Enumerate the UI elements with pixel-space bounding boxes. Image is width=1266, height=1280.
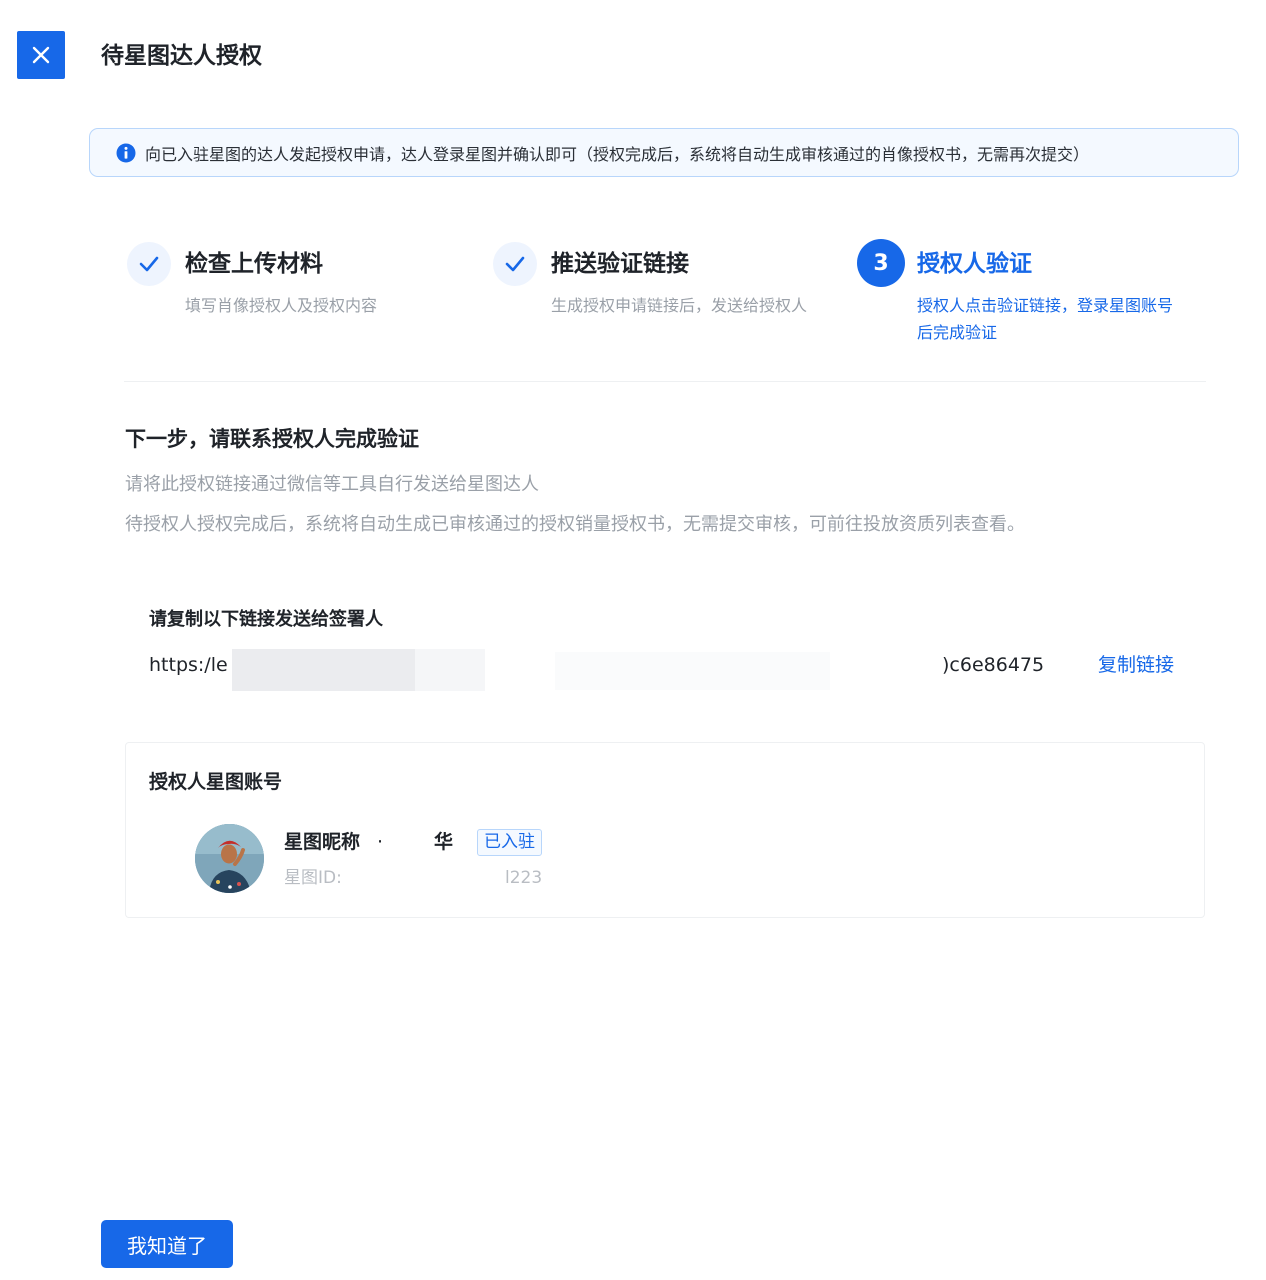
close-icon [32, 46, 50, 64]
step-1-check [127, 242, 171, 286]
step-3-title: 授权人验证 [917, 251, 1032, 277]
check-icon [505, 256, 525, 272]
info-icon [116, 143, 136, 162]
step-3-number: 3 [857, 239, 905, 287]
link-prefix: https:/le [149, 654, 228, 676]
page-title: 待星图达人授权 [101, 43, 262, 69]
link-label: 请复制以下链接发送给签署人 [149, 609, 383, 630]
avatar [195, 824, 264, 893]
step-1-desc: 填写肖像授权人及授权内容 [185, 296, 378, 315]
copy-link-button[interactable]: 复制链接 [1098, 650, 1174, 680]
next-step-title: 下一步，请联系授权人完成验证 [125, 427, 419, 451]
nickname-end: 华 [434, 831, 454, 853]
link-redaction [555, 652, 830, 690]
next-step-line2: 待授权人授权完成后，系统将自动生成已审核通过的授权销量授权书，无需提交审核，可前… [125, 514, 1025, 535]
divider [124, 381, 1206, 382]
got-it-button[interactable]: 我知道了 [101, 1220, 233, 1268]
link-redaction [415, 649, 485, 691]
step-3-desc-line1: 授权人点击验证链接，登录星图账号 [917, 296, 1174, 315]
step-1-title: 检查上传材料 [185, 251, 323, 277]
status-badge: 已入驻 [477, 829, 542, 856]
step-3-desc-line2: 后完成验证 [917, 323, 998, 342]
close-button[interactable] [17, 31, 65, 79]
link-suffix: )c6e86475 [942, 654, 1045, 676]
step-2-check [493, 242, 537, 286]
banner-text: 向已入驻星图的达人发起授权申请，达人登录星图并确认即可（授权完成后，系统将自动生… [145, 144, 1090, 164]
check-icon [139, 256, 159, 272]
id-redaction [343, 866, 483, 892]
step-2-title: 推送验证链接 [551, 251, 689, 277]
info-banner: 向已入驻星图的达人发起授权申请，达人登录星图并确认即可（授权完成后，系统将自动生… [89, 128, 1239, 177]
nickname: 星图昵称 [284, 831, 361, 853]
nickname-separator: · [377, 831, 384, 853]
link-redaction [232, 649, 415, 691]
step-2-desc: 生成授权申请链接后，发送给授权人 [551, 296, 808, 315]
account-id-suffix: l223 [505, 868, 543, 888]
avatar-image [195, 824, 264, 893]
account-card-title: 授权人星图账号 [149, 771, 283, 793]
next-step-line1: 请将此授权链接通过微信等工具自行发送给星图达人 [125, 474, 539, 495]
